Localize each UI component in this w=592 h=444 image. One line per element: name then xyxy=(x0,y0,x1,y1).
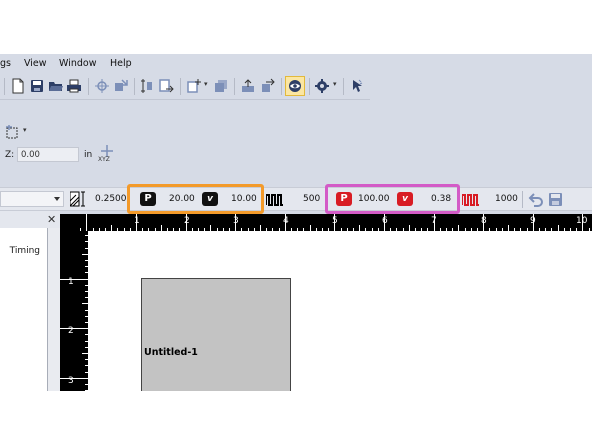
vector-frequency-icon xyxy=(462,194,479,206)
ruler-tick xyxy=(60,328,88,330)
toolbar-separator xyxy=(234,78,235,95)
canvas-object[interactable]: Untitled-1 xyxy=(141,278,291,391)
chevron-down-icon[interactable]: ▾ xyxy=(23,126,27,134)
crosshair-icon[interactable] xyxy=(94,78,110,94)
horizontal-ruler: 1 2 3 4 5 6 7 8 9 10 xyxy=(60,214,592,231)
panel-scrollbar[interactable] xyxy=(48,228,60,391)
panel-content: Timing xyxy=(0,228,48,391)
add-icon[interactable] xyxy=(186,78,202,94)
toolbar-separator xyxy=(134,78,135,95)
raster-power-value[interactable]: 20.00 xyxy=(169,194,195,204)
raster-resolution-icon xyxy=(70,191,85,207)
xyz-label: XYZ xyxy=(98,156,110,163)
pointer-icon[interactable] xyxy=(348,78,364,94)
toolbar-separator xyxy=(88,78,89,95)
chevron-down-icon xyxy=(54,197,60,201)
menu-help[interactable]: Help xyxy=(110,58,132,69)
z-input[interactable] xyxy=(17,147,79,162)
copy-icon[interactable] xyxy=(213,78,229,94)
move-icon[interactable] xyxy=(113,78,129,94)
raster-speed-value[interactable]: 10.00 xyxy=(231,194,257,204)
save-settings-icon[interactable] xyxy=(548,192,563,207)
z-position-row: Z: in XYZ xyxy=(0,144,200,166)
vertical-ruler: 1 2 3 xyxy=(60,231,88,391)
undo-icon[interactable] xyxy=(528,192,544,207)
chevron-down-icon[interactable]: ▾ xyxy=(333,80,337,88)
transfer-icon[interactable] xyxy=(260,78,276,94)
vector-power-value[interactable]: 100.00 xyxy=(358,194,390,204)
ruler-tick xyxy=(235,214,237,231)
xyz-jog-button[interactable]: XYZ xyxy=(98,145,118,165)
settings-icon[interactable] xyxy=(314,78,330,94)
ruler-tick xyxy=(433,214,435,231)
menu-window[interactable]: Window xyxy=(59,58,96,69)
preview-toggle[interactable] xyxy=(285,76,305,96)
open-folder-icon[interactable] xyxy=(48,78,64,94)
upload-icon[interactable] xyxy=(240,78,256,94)
chevron-down-icon[interactable]: ▾ xyxy=(204,80,208,88)
ruler-tick xyxy=(384,214,385,231)
laser-app-window: gs View Window Help ▾ ▾ ▾ Z: 0.00 in XYZ… xyxy=(0,54,592,391)
align-icon[interactable] xyxy=(139,78,155,94)
menu-bar: gs View Window Help xyxy=(0,54,592,74)
ruler-tick xyxy=(483,214,485,231)
raster-ppi-value[interactable]: 500 xyxy=(303,194,320,204)
save-icon[interactable] xyxy=(29,78,45,94)
ruler-tick xyxy=(532,214,534,231)
ruler-tick xyxy=(334,214,336,231)
design-canvas[interactable]: Untitled-1 xyxy=(88,231,592,391)
object-label: Untitled-1 xyxy=(144,347,198,358)
z-unit: in xyxy=(84,150,93,160)
export-icon[interactable] xyxy=(158,78,174,94)
toolbar-separator xyxy=(180,78,181,95)
toolbar-separator xyxy=(522,191,523,208)
preview-icon xyxy=(289,80,301,92)
toolbar-separator xyxy=(4,78,5,95)
shape-tool-icon[interactable] xyxy=(4,124,20,140)
laser-parameters-bar: 0.2500 P 20.00 v 10.00 500 P 100.00 v 0.… xyxy=(0,184,592,214)
ruler-tick xyxy=(60,377,88,379)
vector-speed-badge: v xyxy=(397,192,413,206)
toolbar-separator xyxy=(343,78,344,95)
new-file-icon[interactable] xyxy=(10,78,26,94)
ruler-tick xyxy=(60,278,88,280)
ruler-tick xyxy=(86,214,88,231)
toolbar-separator xyxy=(281,78,282,95)
vector-speed-value[interactable]: 0.38 xyxy=(431,194,451,204)
main-toolbar: ▾ ▾ xyxy=(0,74,370,100)
raster-frequency-icon xyxy=(266,194,283,206)
raster-power-badge: P xyxy=(140,192,156,206)
ruler-tick xyxy=(185,214,187,231)
ruler-tick xyxy=(284,214,286,231)
menu-view[interactable]: View xyxy=(24,58,47,69)
left-panel: ✕ Timing xyxy=(0,211,60,391)
vector-frequency-value[interactable]: 1000 xyxy=(495,194,518,204)
ruler-tick xyxy=(136,214,137,231)
z-label: Z: xyxy=(5,150,15,160)
menu-settings[interactable]: gs xyxy=(0,58,11,69)
secondary-toolbar: ▾ xyxy=(0,120,60,144)
close-icon[interactable]: ✕ xyxy=(47,213,56,226)
timing-column-header[interactable]: Timing xyxy=(10,246,40,256)
ruler-tick xyxy=(582,214,584,231)
raster-resolution-value[interactable]: 0.2500 xyxy=(95,194,127,204)
raster-speed-badge: v xyxy=(202,192,218,206)
toolbar-separator xyxy=(309,78,310,95)
print-icon[interactable] xyxy=(66,78,82,94)
vector-power-badge: P xyxy=(336,192,352,206)
process-mode-dropdown[interactable] xyxy=(0,191,64,207)
